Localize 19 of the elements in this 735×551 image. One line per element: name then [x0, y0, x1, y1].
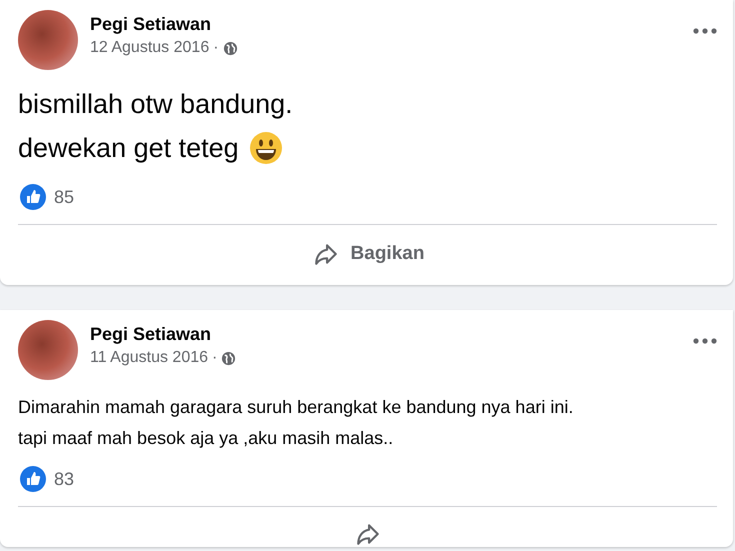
- like-icon[interactable]: [20, 466, 46, 492]
- globe-icon: [222, 40, 238, 56]
- author-name[interactable]: Pegi Setiawan: [90, 324, 212, 345]
- like-count[interactable]: 85: [54, 186, 74, 208]
- author-name[interactable]: Pegi Setiawan: [90, 14, 212, 35]
- share-button[interactable]: Bagikan: [300, 237, 434, 271]
- post-text-line: bismillah otw bandung.: [18, 88, 293, 121]
- post-date[interactable]: 11 Agustus 2016: [90, 349, 208, 367]
- more-options-icon[interactable]: [693, 338, 717, 344]
- like-count[interactable]: 83: [54, 468, 74, 490]
- globe-icon: [221, 350, 236, 366]
- post-text-line: Dimarahin mamah garagara suruh berangkat ke bandung nya hari ini.: [18, 396, 574, 419]
- separator-dot: ·: [212, 349, 218, 367]
- separator-dot: ·: [213, 39, 219, 57]
- more-options-icon[interactable]: [693, 28, 717, 34]
- like-icon[interactable]: [20, 184, 46, 210]
- post-text-line: tapi maaf mah besok aja ya ,aku masih malas..: [18, 427, 394, 450]
- post-text-line: dewekan get teteg: [18, 132, 239, 165]
- post-date[interactable]: 12 Agustus 2016: [90, 39, 210, 57]
